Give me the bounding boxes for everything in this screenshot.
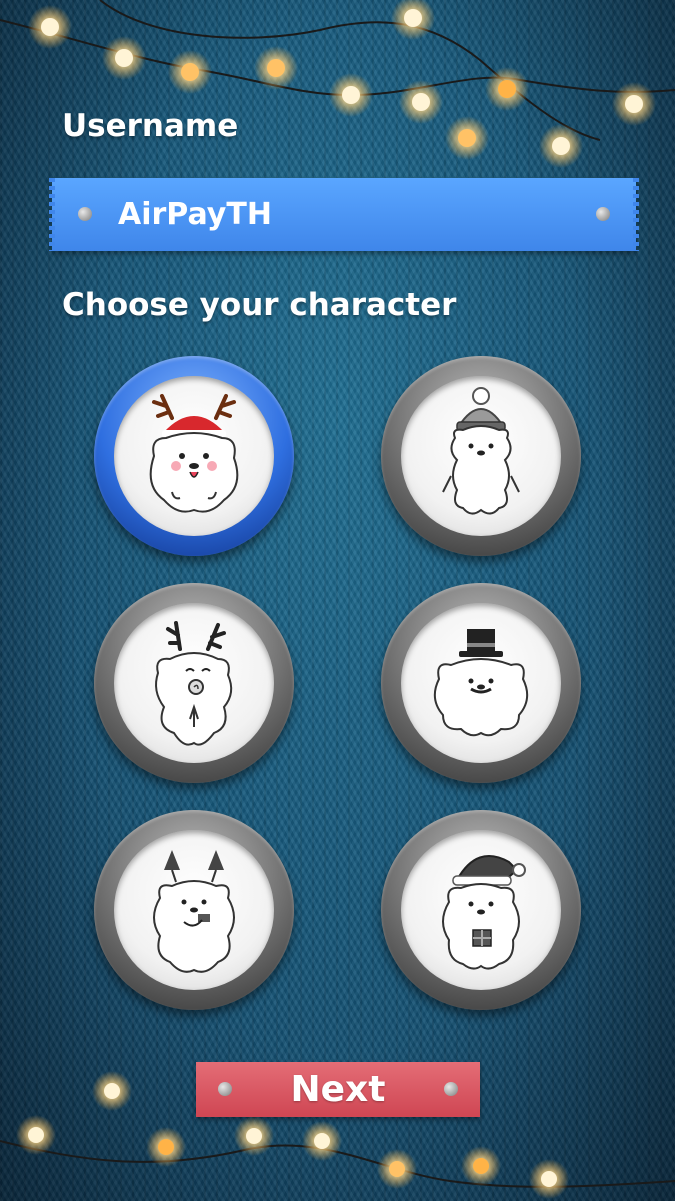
character-option-top-hat-bear[interactable]: [381, 583, 581, 783]
character-option-reindeer-bear[interactable]: [94, 356, 294, 556]
character-frame: [114, 376, 274, 536]
character-frame: [401, 603, 561, 763]
santa-hat-bear-icon: [442, 855, 526, 970]
right-rivet-decoration: [596, 207, 610, 221]
pompom-hat-bear-icon: [442, 387, 520, 515]
right-rivet-decoration: [444, 1082, 458, 1096]
username-field[interactable]: [49, 178, 639, 251]
left-rivet-decoration: [78, 207, 92, 221]
character-option-tree-headband-bear[interactable]: [94, 810, 294, 1010]
character-frame: [114, 830, 274, 990]
username-label: Username: [62, 108, 239, 144]
party-horn-bear-icon: [155, 621, 233, 746]
character-option-santa-hat-bear[interactable]: [381, 810, 581, 1010]
choose-character-label: Choose your character: [62, 287, 457, 323]
character-frame: [401, 830, 561, 990]
username-input[interactable]: [118, 178, 558, 251]
next-button[interactable]: Next: [196, 1062, 480, 1117]
reindeer-bear-icon: [149, 394, 239, 513]
character-frame: [114, 603, 274, 763]
character-option-party-horn-bear[interactable]: [94, 583, 294, 783]
character-option-pompom-hat-bear[interactable]: [381, 356, 581, 556]
character-frame: [401, 376, 561, 536]
next-button-label: Next: [290, 1069, 386, 1110]
top-hat-bear-icon: [433, 629, 529, 737]
left-rivet-decoration: [218, 1082, 232, 1096]
tree-headband-bear-icon: [153, 850, 235, 973]
top-string-lights: [0, 0, 675, 168]
